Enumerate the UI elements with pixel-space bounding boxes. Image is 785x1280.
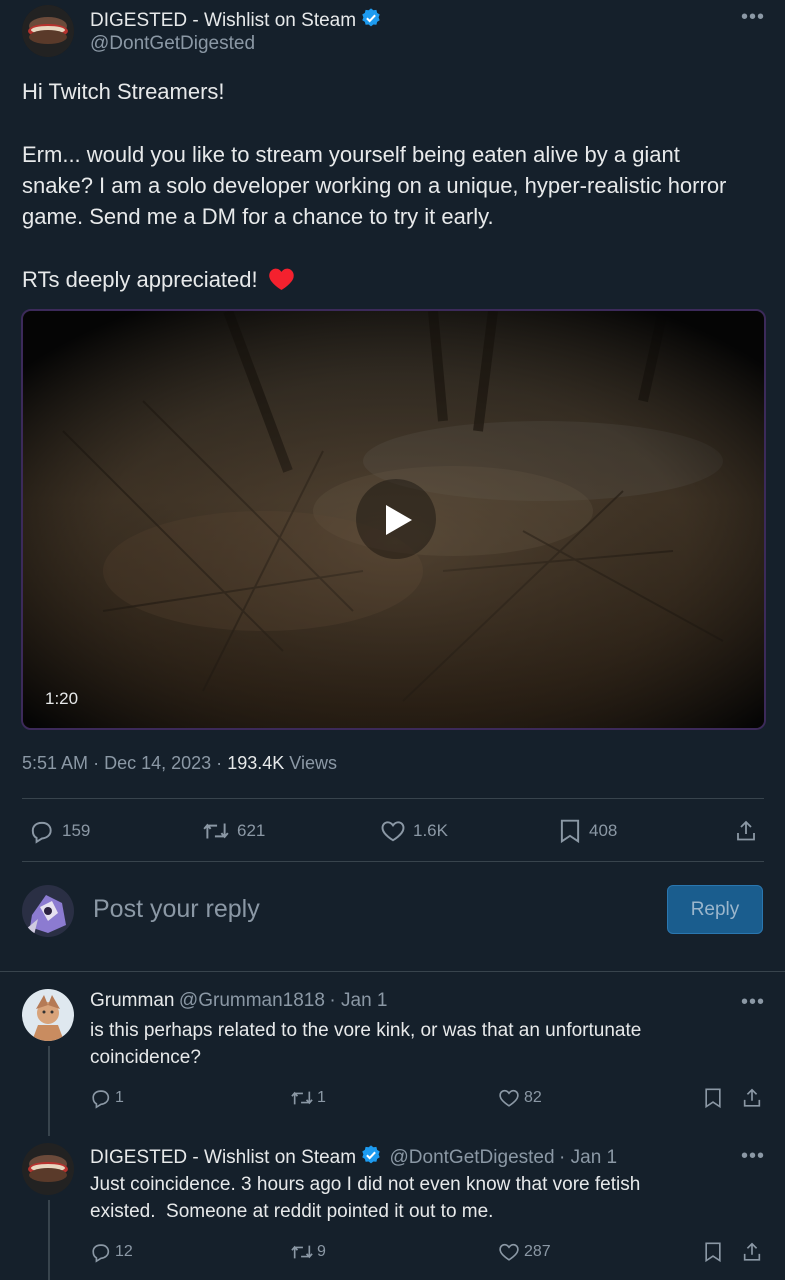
tweet-text-line: Erm... would you like to stream yourself… bbox=[22, 142, 680, 167]
reply-author-handle[interactable]: @DontGetDigested bbox=[390, 1147, 555, 1168]
retweet-button[interactable]: 621 bbox=[202, 818, 265, 844]
bookmark-icon bbox=[560, 819, 580, 844]
tweet-time[interactable]: 5:51 AM bbox=[22, 753, 88, 773]
reply-share-button[interactable] bbox=[741, 1241, 763, 1263]
bookmark-icon bbox=[705, 1242, 721, 1263]
video-duration: 1:20 bbox=[45, 689, 79, 708]
bookmark-button[interactable]: 408 bbox=[558, 818, 617, 844]
reply-like-button[interactable]: 287 bbox=[498, 1241, 551, 1263]
divider bbox=[22, 861, 764, 862]
reply-count: 159 bbox=[62, 821, 91, 840]
author-name[interactable]: DIGESTED - Wishlist on Steam bbox=[90, 10, 356, 31]
reply-icon bbox=[92, 1090, 110, 1109]
like-icon bbox=[381, 821, 405, 842]
reply-reply-button[interactable]: 12 bbox=[90, 1241, 133, 1263]
verified-icon bbox=[362, 1145, 380, 1164]
retweet-icon bbox=[291, 1091, 313, 1105]
like-count: 1.6K bbox=[413, 821, 448, 840]
reply-submit-label: Reply bbox=[690, 898, 740, 920]
reply-avatar-digested[interactable] bbox=[22, 1143, 74, 1195]
tweet-text-line: snake? I am a solo developer working on … bbox=[22, 173, 727, 198]
reply-date[interactable]: · Jan 1 bbox=[559, 1147, 617, 1168]
more-icon[interactable]: ••• bbox=[741, 1146, 765, 1166]
tweet-text-line: RTs deeply appreciated! bbox=[22, 264, 295, 295]
reply-author-name[interactable]: Grumman bbox=[90, 990, 174, 1011]
tweet-text-line: game. Send me a DM for a chance to try i… bbox=[22, 204, 494, 229]
play-icon[interactable] bbox=[378, 501, 416, 539]
thread-line bbox=[48, 1200, 50, 1280]
reply-retweet-count: 1 bbox=[317, 1089, 326, 1106]
heart-emoji-icon bbox=[269, 268, 294, 290]
reply-header: Grumman @Grumman1818 · Jan 1 bbox=[90, 990, 388, 1012]
reply-author-name[interactable]: DIGESTED - Wishlist on Steam bbox=[90, 1147, 356, 1168]
reply-text-line: is this perhaps related to the vore kink… bbox=[90, 1020, 642, 1041]
retweet-count: 621 bbox=[237, 821, 266, 840]
tweet-meta: 5:51 AM · Dec 14, 2023 · 193.4K Views bbox=[22, 753, 337, 774]
reply-text-line: Just coincidence. 3 hours ago I did not … bbox=[90, 1174, 641, 1195]
views-label: Views bbox=[289, 753, 337, 773]
reply-share-button[interactable] bbox=[741, 1087, 763, 1109]
tweet-text-line: Hi Twitch Streamers! bbox=[22, 79, 225, 104]
retweet-icon bbox=[291, 1245, 313, 1259]
like-icon bbox=[499, 1089, 519, 1107]
reply-retweet-button[interactable]: 9 bbox=[290, 1241, 326, 1263]
tweet-text-rts: RTs deeply appreciated! bbox=[22, 267, 258, 292]
reply-bookmark-button[interactable] bbox=[703, 1087, 723, 1109]
reply-input[interactable]: Post your reply bbox=[93, 895, 260, 924]
reply-header: DIGESTED - Wishlist on Steam @DontGetDig… bbox=[90, 1144, 617, 1169]
reply-retweet-button[interactable]: 1 bbox=[290, 1087, 326, 1109]
author-avatar[interactable] bbox=[22, 5, 74, 57]
author-name-row: DIGESTED - Wishlist on Steam bbox=[90, 7, 382, 32]
author-handle[interactable]: @DontGetDigested bbox=[90, 33, 255, 55]
separator: · bbox=[93, 753, 100, 773]
bookmark-icon bbox=[705, 1088, 721, 1109]
reply-reply-button[interactable]: 1 bbox=[90, 1087, 124, 1109]
verified-icon bbox=[362, 8, 380, 27]
share-button[interactable] bbox=[734, 818, 758, 844]
separator: · bbox=[216, 753, 223, 773]
reply-reply-count: 1 bbox=[115, 1089, 124, 1106]
reply-retweet-count: 9 bbox=[317, 1243, 326, 1260]
reply-text-line: existed. Someone at reddit pointed it ou… bbox=[90, 1201, 494, 1222]
user-avatar[interactable] bbox=[22, 885, 74, 937]
thread-line bbox=[48, 1046, 50, 1136]
reply-submit-button[interactable]: Reply bbox=[667, 885, 763, 934]
reply-like-button[interactable]: 82 bbox=[498, 1087, 542, 1109]
share-icon bbox=[743, 1088, 761, 1107]
video-player[interactable]: 1:20 bbox=[21, 309, 766, 730]
reply-text-line: coincidence? bbox=[90, 1047, 201, 1068]
bookmark-count: 408 bbox=[589, 821, 618, 840]
divider bbox=[0, 971, 785, 972]
divider bbox=[22, 798, 764, 799]
share-icon bbox=[743, 1242, 761, 1261]
reply-icon bbox=[31, 821, 52, 844]
like-button[interactable]: 1.6K bbox=[380, 818, 448, 844]
reply-bookmark-button[interactable] bbox=[703, 1241, 723, 1263]
reply-avatar-grumman[interactable] bbox=[22, 989, 74, 1041]
reply-like-count: 82 bbox=[524, 1089, 542, 1106]
more-icon[interactable]: ••• bbox=[741, 992, 765, 1012]
tweet-date[interactable]: Dec 14, 2023 bbox=[104, 753, 211, 773]
like-icon bbox=[499, 1243, 519, 1261]
reply-icon bbox=[92, 1244, 110, 1263]
reply-author-handle[interactable]: @Grumman1818 bbox=[179, 990, 325, 1011]
reply-button[interactable]: 159 bbox=[29, 818, 90, 844]
reply-reply-count: 12 bbox=[115, 1243, 133, 1260]
views-count: 193.4K bbox=[227, 753, 285, 773]
retweet-icon bbox=[203, 823, 229, 839]
reply-date[interactable]: · Jan 1 bbox=[329, 990, 387, 1011]
more-icon[interactable]: ••• bbox=[741, 7, 765, 27]
reply-like-count: 287 bbox=[524, 1243, 551, 1260]
share-icon bbox=[737, 820, 755, 841]
